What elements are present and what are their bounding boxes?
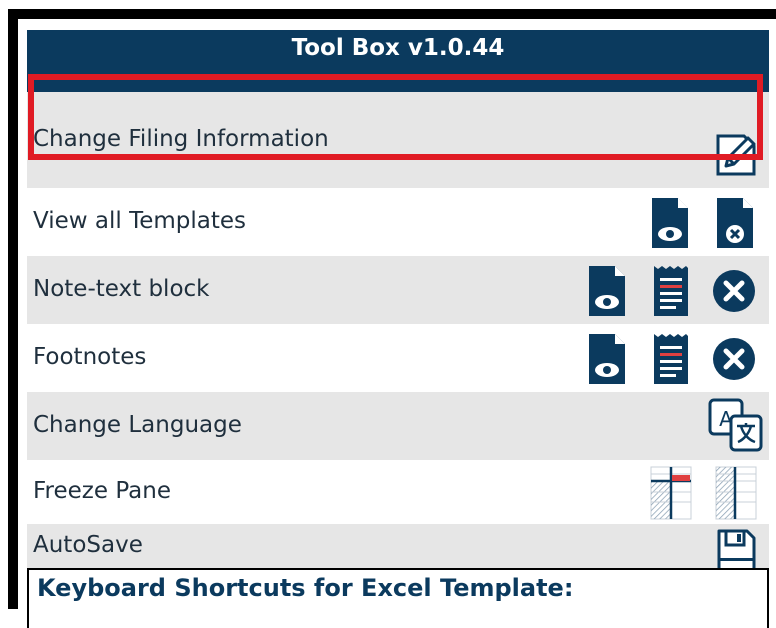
row-label: Change Filing Information <box>33 126 329 152</box>
text-block-icon[interactable] <box>651 332 691 386</box>
toolbox-panel: Tool Box v1.0.44 Change Filing Informati… <box>27 30 769 628</box>
translate-icon[interactable]: A <box>707 396 765 456</box>
row-view-all-templates[interactable]: View all Templates <box>27 188 769 256</box>
view-document-icon[interactable] <box>650 196 690 250</box>
row-label: AutoSave <box>33 532 143 558</box>
toolbox-title: Tool Box v1.0.44 <box>291 35 505 61</box>
row-label: Note-text block <box>33 276 210 302</box>
row-label: View all Templates <box>33 208 247 234</box>
row-label: Freeze Pane <box>33 478 171 504</box>
keyboard-shortcuts-heading: Keyboard Shortcuts for Excel Template: <box>37 574 574 602</box>
text-block-icon[interactable] <box>651 264 691 318</box>
unfreeze-pane-icon[interactable] <box>715 466 757 520</box>
row-change-filing-information[interactable]: Change Filing Information <box>27 92 769 188</box>
row-freeze-pane[interactable]: Freeze Pane <box>27 460 769 524</box>
close-circle-icon[interactable] <box>711 336 757 382</box>
keyboard-shortcuts-section: Keyboard Shortcuts for Excel Template: <box>27 568 769 628</box>
toolbox-header: Tool Box v1.0.44 <box>27 30 769 92</box>
remove-document-icon[interactable] <box>715 196 755 250</box>
edit-icon[interactable] <box>714 130 758 178</box>
view-document-icon[interactable] <box>587 332 627 386</box>
close-circle-icon[interactable] <box>711 268 757 314</box>
row-footnotes[interactable]: Footnotes <box>27 324 769 392</box>
row-autosave[interactable]: AutoSave <box>27 524 769 583</box>
row-note-text-block[interactable]: Note-text block <box>27 256 769 324</box>
row-label: Change Language <box>33 412 242 438</box>
row-change-language[interactable]: Change Language A <box>27 392 769 460</box>
view-document-icon[interactable] <box>587 264 627 318</box>
freeze-pane-icon[interactable] <box>650 466 692 520</box>
row-label: Footnotes <box>33 344 147 370</box>
